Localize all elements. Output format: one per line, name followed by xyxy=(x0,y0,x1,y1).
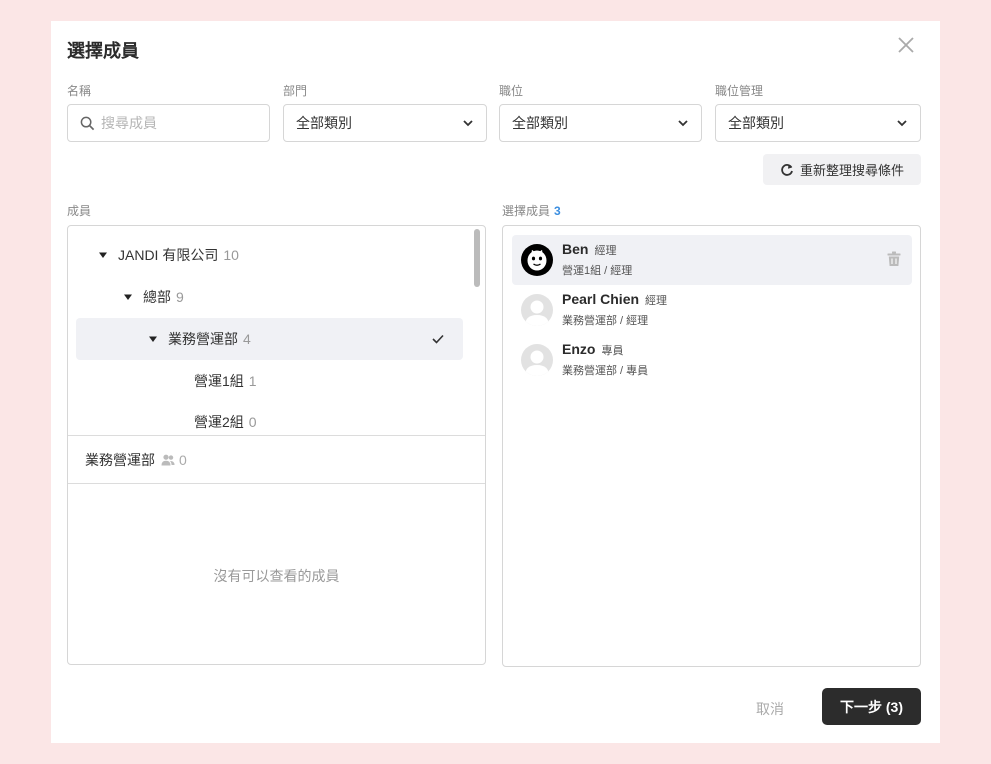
member-role: 經理 xyxy=(594,245,617,257)
tree-item-label: 總部 xyxy=(143,289,171,305)
position-management-filter-label: 職位管理 xyxy=(715,84,764,98)
member-role: 專員 xyxy=(601,345,624,357)
position-management-select[interactable]: 全部類別 xyxy=(715,104,921,142)
position-filter-label: 職位 xyxy=(499,84,524,98)
selected-members-label: 選擇成員 xyxy=(502,204,551,218)
avatar xyxy=(521,344,553,376)
member-name-line: Enzo 專員 xyxy=(562,341,623,358)
position-select-value: 全部類別 xyxy=(512,115,568,131)
tree-item-ops-team-1[interactable]: 營運1組 1 xyxy=(76,360,463,402)
member-name: Ben xyxy=(562,241,589,257)
tree-item-label: 業務營運部 xyxy=(168,331,238,347)
selected-member-item[interactable]: Ben 經理 營運1組 / 經理 xyxy=(512,235,912,285)
cancel-button[interactable]: 取消 xyxy=(756,699,784,719)
caret-down-icon xyxy=(149,336,157,342)
dialog-title: 選擇成員 xyxy=(67,41,139,61)
search-input[interactable] xyxy=(101,115,251,131)
close-icon[interactable] xyxy=(896,35,916,55)
position-select[interactable]: 全部類別 xyxy=(499,104,702,142)
tree-item-label: 營運2組 xyxy=(194,414,244,430)
member-detail: 營運1組 / 經理 xyxy=(562,265,633,277)
members-section-label: 成員 xyxy=(67,204,92,218)
tree-item-count: 4 xyxy=(243,331,251,347)
tree-item-count: 0 xyxy=(248,414,257,430)
chevron-down-icon xyxy=(897,120,907,127)
caret-down-icon xyxy=(99,252,107,258)
department-select-value: 全部類別 xyxy=(296,115,352,131)
caret-down-icon xyxy=(124,294,132,300)
department-filter-label: 部門 xyxy=(283,84,308,98)
chevron-down-icon xyxy=(463,120,473,127)
reset-filters-label: 重新整理搜尋條件 xyxy=(799,163,904,178)
tree-item-business-ops[interactable]: 業務營運部 4 xyxy=(76,318,463,360)
member-role: 經理 xyxy=(645,295,668,307)
selected-member-item[interactable]: Enzo 專員 業務營運部 / 專員 xyxy=(512,335,912,385)
avatar xyxy=(521,294,553,326)
selected-members-panel: Ben 經理 營運1組 / 經理 Pearl Chien 經理 業務營運部 / 經理… xyxy=(502,225,921,667)
position-management-select-value: 全部類別 xyxy=(728,115,784,131)
selected-dept-label: 業務營運部 xyxy=(85,451,155,468)
member-name: Pearl Chien xyxy=(562,291,640,307)
empty-members-message: 沒有可以查看的成員 xyxy=(213,568,340,584)
tree-scrollbar[interactable] xyxy=(474,229,480,287)
next-button[interactable]: 下一步 (3) xyxy=(822,688,921,725)
department-select[interactable]: 全部類別 xyxy=(283,104,487,142)
tree-item-label: 營運1組 xyxy=(194,373,244,389)
avatar xyxy=(521,244,553,276)
reset-filters-button[interactable]: 重新整理搜尋條件 xyxy=(763,154,921,185)
member-name-line: Ben 經理 xyxy=(562,241,616,258)
people-icon xyxy=(161,454,175,465)
select-members-dialog: 選擇成員 名稱 部門 職位 職位管理 全部類別 全部類別 全部類別 重新整理搜尋… xyxy=(51,21,940,743)
members-panel: JANDI 有限公司 10 總部 9 業務營運部 4 營運1組 1 營運2組 0 xyxy=(67,225,486,665)
selected-dept-header: 業務營運部 0 xyxy=(68,435,485,484)
selected-members-section-label: 選擇成員 3 xyxy=(502,202,561,219)
tree-item-headquarters[interactable]: 總部 9 xyxy=(76,276,463,318)
search-field[interactable] xyxy=(67,104,270,142)
tree-item-count: 1 xyxy=(248,373,257,389)
tree-item-count: 10 xyxy=(223,247,239,263)
tree-item-label: JANDI 有限公司 xyxy=(118,247,219,263)
member-name-line: Pearl Chien 經理 xyxy=(562,291,667,308)
check-icon xyxy=(432,334,444,344)
member-detail: 業務營運部 / 專員 xyxy=(562,365,649,377)
selected-member-item[interactable]: Pearl Chien 經理 業務營運部 / 經理 xyxy=(512,285,912,335)
chevron-down-icon xyxy=(678,120,688,127)
member-name: Enzo xyxy=(562,341,596,357)
name-filter-label: 名稱 xyxy=(67,84,92,98)
search-icon xyxy=(80,116,95,130)
org-tree: JANDI 有限公司 10 總部 9 業務營運部 4 營運1組 1 營運2組 0 xyxy=(68,226,485,435)
tree-item-ops-team-2[interactable]: 營運2組 0 xyxy=(76,401,463,435)
refresh-icon xyxy=(781,163,793,176)
tree-item-company[interactable]: JANDI 有限公司 10 xyxy=(76,234,463,276)
selected-dept-count: 0 xyxy=(179,451,187,468)
tree-item-count: 9 xyxy=(176,289,184,305)
member-detail: 業務營運部 / 經理 xyxy=(562,315,649,327)
selected-count: 3 xyxy=(554,204,561,218)
trash-icon[interactable] xyxy=(887,251,901,267)
